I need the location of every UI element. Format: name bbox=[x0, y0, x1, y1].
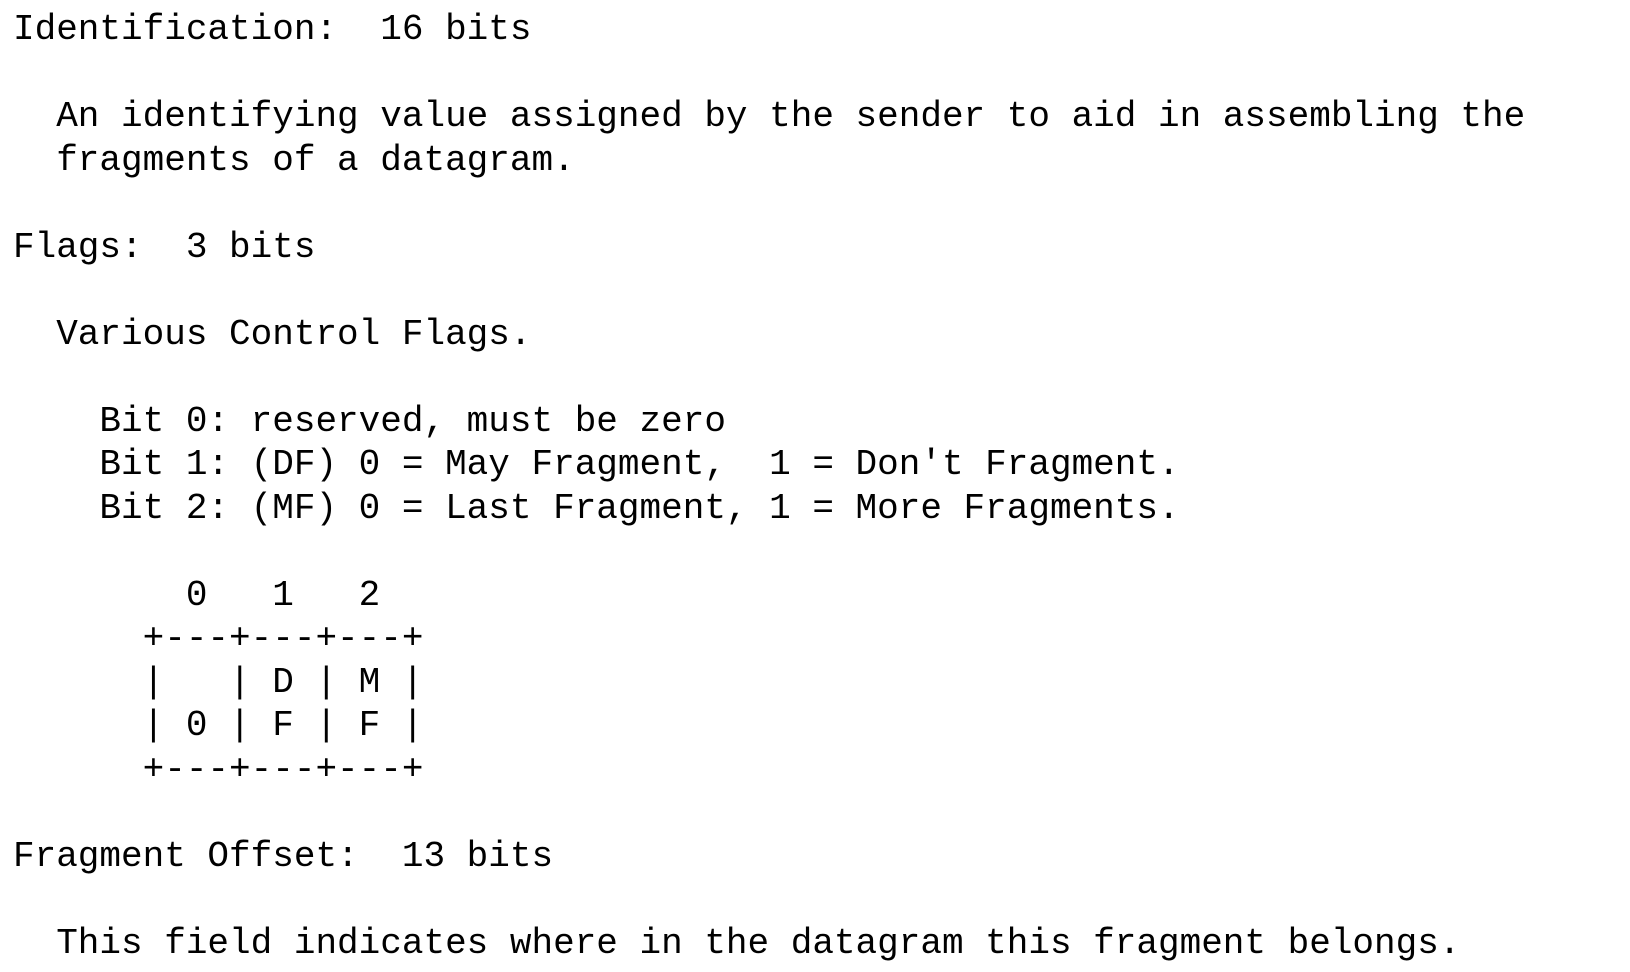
flags-diagram-row-2: | 0 | F | F | bbox=[13, 705, 424, 746]
flags-diagram-bit-numbers: 0 1 2 bbox=[13, 574, 381, 616]
flag-bit-0: Bit 0: reserved, must be zero bbox=[13, 400, 726, 442]
identification-heading: Identification: 16 bits bbox=[13, 9, 532, 50]
flags-diagram-row-1: | | D | M | bbox=[13, 661, 424, 703]
flags-diagram-bottom-border: +---+---+---+ bbox=[13, 748, 424, 790]
rfc-document: Identification: 16 bits An identifying v… bbox=[13, 8, 1525, 965]
fragment-offset-description: This field indicates where in the datagr… bbox=[13, 922, 1461, 964]
flag-bit-1: Bit 1: (DF) 0 = May Fragment, 1 = Don't … bbox=[13, 444, 1180, 485]
identification-description-line-2: fragments of a datagram. bbox=[13, 139, 575, 181]
flags-diagram-top-border: +---+---+---+ bbox=[13, 618, 424, 659]
flag-bit-2: Bit 2: (MF) 0 = Last Fragment, 1 = More … bbox=[13, 487, 1180, 529]
identification-description-line-1: An identifying value assigned by the sen… bbox=[13, 96, 1526, 137]
flags-heading: Flags: 3 bits bbox=[13, 226, 316, 268]
flags-description: Various Control Flags. bbox=[13, 313, 532, 355]
fragment-offset-heading: Fragment Offset: 13 bits bbox=[13, 835, 554, 877]
